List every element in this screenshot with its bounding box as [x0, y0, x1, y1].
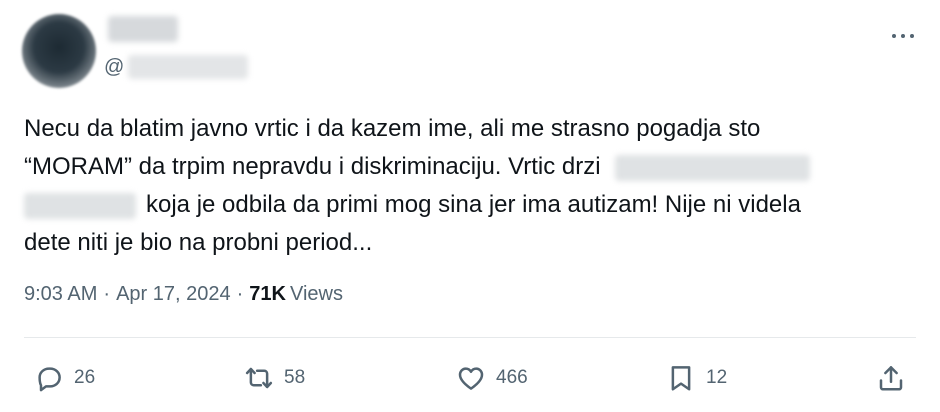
tweet-text-line: koja je odbila da primi mog sina jer ima… [24, 186, 904, 224]
tweet-date[interactable]: Apr 17, 2024 [116, 283, 231, 306]
display-name-redacted[interactable] [108, 16, 178, 42]
reply-icon [38, 367, 61, 392]
tweet-text-segment: Necu da blatim javno vrtic i da kazem im… [24, 115, 761, 142]
tweet-time[interactable]: 9:03 AM [24, 283, 97, 306]
tweet-text-line: “MORAM” da trpim nepravdu i diskriminaci… [24, 148, 904, 186]
more-dot [910, 34, 914, 38]
share-button[interactable] [876, 360, 906, 396]
tweet-text-line: dete niti je bio na probni period... [24, 224, 904, 262]
repost-icon [245, 367, 273, 389]
share-icon [879, 366, 903, 391]
like-count: 466 [496, 367, 528, 388]
tweet-text-line: Necu da blatim javno vrtic i da kazem im… [24, 110, 904, 148]
bookmark-count: 12 [706, 367, 728, 388]
views-label: Views [289, 283, 343, 305]
redacted-text [614, 154, 810, 181]
meta-separator: · [103, 283, 111, 305]
bookmark-button[interactable]: 12 [666, 360, 727, 396]
more-dot [892, 34, 896, 38]
repost-button[interactable]: 58 [244, 360, 305, 396]
like-button[interactable]: 466 [456, 360, 528, 396]
action-bar: 26 58 466 12 [0, 360, 940, 396]
user-handle[interactable]: @ [104, 54, 249, 80]
tweet-text-segment: koja je odbila da primi mog sina jer ima… [146, 191, 801, 218]
divider [24, 337, 916, 338]
reply-count: 26 [74, 367, 96, 388]
handle-prefix: @ [104, 55, 125, 78]
avatar[interactable] [22, 14, 96, 88]
more-icon[interactable] [886, 26, 920, 46]
repost-count: 58 [284, 367, 306, 388]
heart-icon [458, 367, 484, 390]
reply-button[interactable]: 26 [34, 360, 95, 396]
tweet-card: @ Necu da blatim javno vrtic i da kazem … [0, 0, 940, 412]
more-dot [901, 34, 905, 38]
meta-separator: · [236, 283, 244, 305]
bookmark-icon [671, 366, 691, 391]
tweet-text-segment: dete niti je bio na probni period... [24, 229, 373, 256]
redacted-text [24, 192, 136, 219]
handle-redacted [128, 55, 249, 79]
tweet-text-segment: “MORAM” da trpim nepravdu i diskriminaci… [24, 153, 601, 180]
tweet-text: Necu da blatim javno vrtic i da kazem im… [24, 110, 904, 262]
views-count[interactable]: 71K [249, 283, 286, 306]
tweet-meta: 9:03 AM · Apr 17, 2024 · 71K Views [24, 283, 343, 306]
